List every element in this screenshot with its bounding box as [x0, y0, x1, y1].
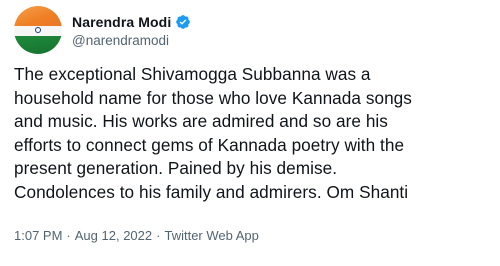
verified-badge-icon — [176, 15, 191, 29]
author-name-row: Narendra Modi — [72, 12, 191, 32]
author-names: Narendra Modi @narendramodi — [72, 12, 191, 48]
tweet-card: Narendra Modi @narendramodi The exceptio… — [0, 0, 500, 266]
tweet-date[interactable]: Aug 12, 2022 — [75, 228, 152, 243]
meta-separator: · — [66, 228, 71, 243]
tweet-meta: 1:07 PM · Aug 12, 2022 · Twitter Web App — [14, 228, 259, 243]
tweet-header: Narendra Modi @narendramodi — [14, 6, 191, 54]
flag-green-band — [14, 36, 62, 54]
tweet-text: The exceptional Shivamogga Subbanna was … — [14, 64, 412, 202]
flag-saffron-band — [14, 6, 62, 26]
avatar[interactable] — [14, 6, 62, 54]
author-handle[interactable]: @narendramodi — [72, 33, 191, 48]
meta-separator-2: · — [156, 228, 161, 243]
flag-chakra-icon — [35, 27, 41, 33]
author-display-name[interactable]: Narendra Modi — [72, 14, 171, 30]
tweet-time[interactable]: 1:07 PM — [14, 228, 62, 243]
tweet-source[interactable]: Twitter Web App — [164, 228, 258, 243]
